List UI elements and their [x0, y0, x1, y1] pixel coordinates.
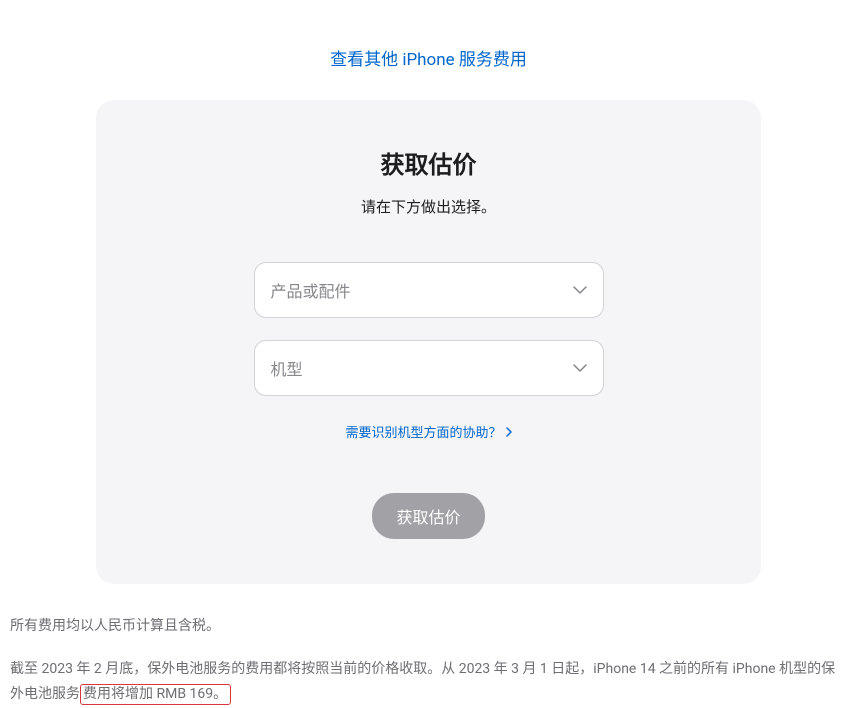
estimate-card: 获取估价 请在下方做出选择。 产品或配件 机型 需要识别机型方面的协助？ [96, 100, 761, 584]
model-select[interactable]: 机型 [254, 340, 604, 396]
help-link-text: 需要识别机型方面的协助？ [345, 422, 501, 441]
model-select-wrapper: 机型 [254, 340, 604, 396]
chevron-down-icon [573, 286, 587, 294]
help-identify-model-link[interactable]: 需要识别机型方面的协助？ [345, 422, 511, 441]
get-estimate-button[interactable]: 获取估价 [372, 493, 484, 539]
footer-highlight: 费用将增加 RMB 169。 [80, 684, 231, 705]
chevron-down-icon [573, 364, 587, 372]
footer-text: 所有费用均以人民币计算且含税。 截至 2023 年 2 月底，保外电池服务的费用… [10, 584, 847, 708]
view-other-services-link[interactable]: 查看其他 iPhone 服务费用 [330, 50, 527, 70]
footer-line-1: 所有费用均以人民币计算且含税。 [10, 614, 847, 639]
chevron-right-icon [506, 427, 512, 437]
product-select-wrapper: 产品或配件 [254, 262, 604, 318]
card-subtitle: 请在下方做出选择。 [136, 196, 721, 217]
card-title: 获取估价 [136, 145, 721, 180]
model-select-placeholder: 机型 [271, 356, 303, 380]
footer-line-2: 截至 2023 年 2 月底，保外电池服务的费用都将按照当前的价格收取。从 20… [10, 657, 847, 707]
product-select[interactable]: 产品或配件 [254, 262, 604, 318]
top-link-wrapper: 查看其他 iPhone 服务费用 [10, 0, 847, 100]
product-select-placeholder: 产品或配件 [271, 278, 351, 302]
